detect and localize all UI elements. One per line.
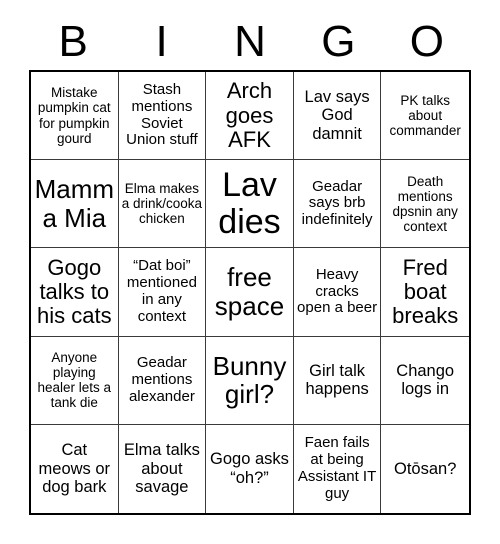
bingo-cell[interactable]: Lav dies xyxy=(206,160,294,249)
bingo-cell-label: Geadar says brb indefinitely xyxy=(301,177,373,229)
bingo-cell-label: Mistake pumpkin cat for pumpkin gourd xyxy=(37,85,111,146)
bingo-cell-label: Geadar mentions alexander xyxy=(128,354,195,405)
bingo-cell[interactable]: Cat meows or dog bark xyxy=(31,424,119,513)
bingo-cell[interactable]: “Dat boi” mentioned in any context xyxy=(118,248,207,337)
bingo-cell-label: Heavy cracks open a beer xyxy=(297,265,378,317)
bingo-grid: Mistake pumpkin cat for pumpkin gourd Sta… xyxy=(29,70,471,515)
bingo-cell[interactable]: Geadar says brb indefinitely xyxy=(293,160,382,249)
bingo-cell-label: Girl talk happens xyxy=(305,361,369,399)
bingo-cell[interactable]: Death mentions dpsnin any context xyxy=(381,160,469,249)
bingo-cell-label: Arch goes AFK xyxy=(225,78,274,152)
bingo-cell[interactable]: Gogo talks to his cats xyxy=(31,248,119,337)
bingo-cell[interactable]: Mistake pumpkin cat for pumpkin gourd xyxy=(31,72,119,161)
bingo-cell[interactable]: Lav says God damnit xyxy=(293,72,382,161)
bingo-cell[interactable]: Geadar mentions alexander xyxy=(118,336,207,425)
bingo-cell[interactable]: Otōsan? xyxy=(381,424,469,513)
bingo-cell[interactable]: Arch goes AFK xyxy=(206,72,294,161)
bingo-cell-free-space[interactable]: free space xyxy=(206,248,294,337)
bingo-cell[interactable]: Anyone playing healer lets a tank die xyxy=(31,336,119,425)
bingo-cell-label: Elma makes a drink/cooka chicken xyxy=(121,181,203,227)
bingo-header-letter-o: O xyxy=(409,17,444,66)
bingo-cell-label: Anyone playing healer lets a tank die xyxy=(37,349,112,411)
bingo-cell-label: Death mentions dpsnin any context xyxy=(392,173,458,234)
bingo-header: B I N G O xyxy=(29,16,471,68)
bingo-cell-label: Gogo talks to his cats xyxy=(37,254,112,329)
bingo-cell-label: Lav says God damnit xyxy=(304,87,370,143)
bingo-cell[interactable]: Heavy cracks open a beer xyxy=(293,248,382,337)
bingo-cell[interactable]: Elma makes a drink/cooka chicken xyxy=(118,160,207,249)
bingo-cell-label: PK talks about commander xyxy=(389,92,461,139)
bingo-header-letter-g: G xyxy=(321,17,356,66)
bingo-cell-label: free space xyxy=(214,262,285,321)
bingo-cell-label: Fred boat breaks xyxy=(392,254,459,329)
bingo-cell[interactable]: Girl talk happens xyxy=(293,336,382,425)
bingo-header-letter-b: B xyxy=(58,17,88,66)
bingo-header-letter-n: N xyxy=(234,17,266,66)
bingo-cell[interactable]: PK talks about commander xyxy=(381,72,469,161)
bingo-cell-label: Gogo asks “oh?” xyxy=(210,450,289,487)
bingo-cell[interactable]: Chango logs in xyxy=(381,336,469,425)
bingo-cell[interactable]: Gogo asks “oh?” xyxy=(206,424,294,513)
bingo-cell[interactable]: Faen fails at being Assistant IT guy xyxy=(293,424,382,513)
bingo-cell[interactable]: Stash mentions Soviet Union stuff xyxy=(118,72,207,161)
bingo-cell-label: Cat meows or dog bark xyxy=(38,441,111,497)
bingo-cell-label: Faen fails at being Assistant IT guy xyxy=(297,434,377,502)
bingo-cell[interactable]: Bunny girl? xyxy=(206,336,294,425)
bingo-cell-label: Elma talks about savage xyxy=(123,441,200,497)
bingo-header-letter-i: I xyxy=(155,17,168,66)
bingo-cell-label: Mamma Mia xyxy=(34,174,115,233)
bingo-cell-label: Lav dies xyxy=(218,166,281,241)
bingo-cell-label: Bunny girl? xyxy=(212,350,287,410)
bingo-cell-label: Stash mentions Soviet Union stuff xyxy=(126,81,198,149)
bingo-cell[interactable]: Elma talks about savage xyxy=(118,424,207,513)
bingo-cell[interactable]: Mamma Mia xyxy=(31,160,119,249)
bingo-cell[interactable]: Fred boat breaks xyxy=(381,248,469,337)
bingo-cell-label: Otōsan? xyxy=(394,459,457,478)
bingo-cell-label: Chango logs in xyxy=(396,361,455,399)
bingo-cell-label: “Dat boi” mentioned in any context xyxy=(126,257,197,325)
bingo-card: B I N G O Mistake pumpkin cat for pumpki… xyxy=(0,0,500,544)
